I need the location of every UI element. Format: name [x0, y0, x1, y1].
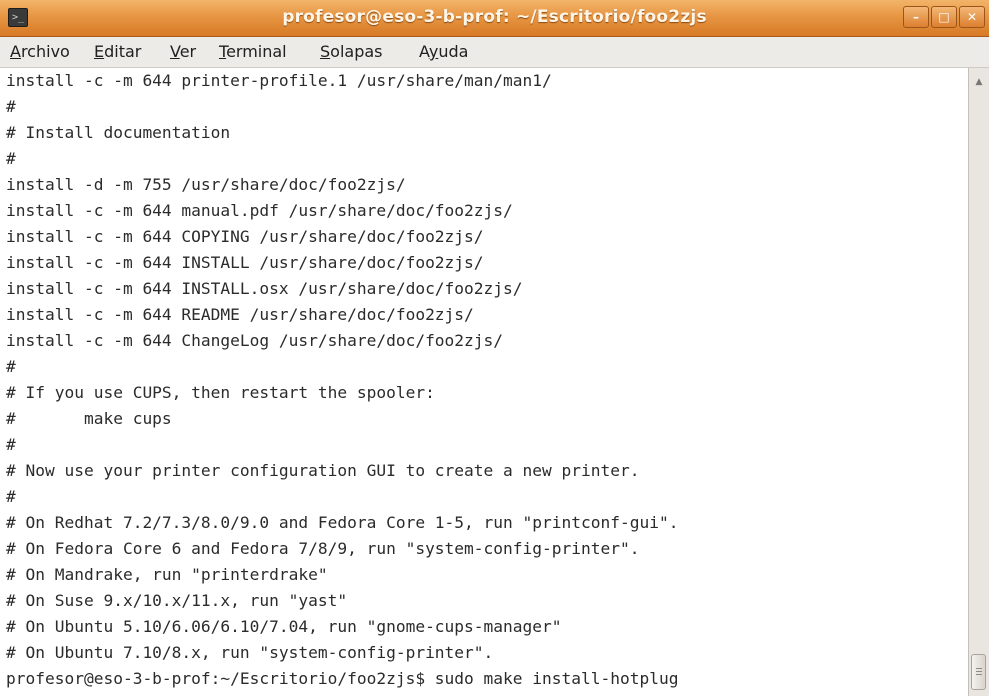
terminal-line: # — [6, 149, 16, 168]
menu-ver[interactable]: Ver — [170, 37, 196, 67]
menu-ayuda-mnemonic: y — [428, 42, 439, 61]
menu-ver-mnemonic: V — [170, 42, 180, 61]
terminal-line: # make cups — [6, 409, 172, 428]
terminal-line: install -c -m 644 README /usr/share/doc/… — [6, 305, 474, 324]
title-bar[interactable]: >_ profesor@eso-3-b-prof: ~/Escritorio/f… — [0, 0, 989, 37]
terminal-line: install -c -m 644 printer-profile.1 /usr… — [6, 71, 552, 90]
terminal-line: install -c -m 644 INSTALL.osx /usr/share… — [6, 279, 523, 298]
window-controls: – □ ✕ — [903, 6, 985, 28]
terminal-line: # On Redhat 7.2/7.3/8.0/9.0 and Fedora C… — [6, 513, 679, 532]
minimize-icon: – — [913, 10, 919, 24]
terminal-line: # — [6, 435, 16, 454]
terminal-line: # On Mandrake, run "printerdrake" — [6, 565, 328, 584]
terminal-line: # — [6, 357, 16, 376]
terminal-line: install -c -m 644 INSTALL /usr/share/doc… — [6, 253, 484, 272]
menu-editar[interactable]: Editar — [94, 37, 141, 67]
menu-terminal-label: erminal — [226, 42, 287, 61]
menu-ayuda[interactable]: Ayuda — [419, 37, 468, 67]
terminal-window: >_ profesor@eso-3-b-prof: ~/Escritorio/f… — [0, 0, 989, 696]
terminal-line: # — [6, 97, 16, 116]
menu-ayuda-label: uda — [438, 42, 469, 61]
close-button[interactable]: ✕ — [959, 6, 985, 28]
menu-terminal[interactable]: Terminal — [219, 37, 287, 67]
menu-bar: Archivo Editar Ver Terminal Solapas Ayud… — [0, 37, 989, 68]
menu-terminal-mnemonic: T — [219, 42, 227, 61]
terminal-line: # On Suse 9.x/10.x/11.x, run "yast" — [6, 591, 348, 610]
menu-ayuda-label-start: A — [419, 42, 429, 61]
scroll-up-arrow-icon[interactable]: ▲ — [970, 76, 988, 88]
menu-solapas[interactable]: Solapas — [320, 37, 383, 67]
grip-line — [976, 671, 982, 672]
maximize-icon: □ — [938, 10, 950, 24]
menu-solapas-label: olapas — [330, 42, 383, 61]
maximize-button[interactable]: □ — [931, 6, 957, 28]
menu-editar-label: ditar — [104, 42, 142, 61]
minimize-button[interactable]: – — [903, 6, 929, 28]
window-title: profesor@eso-3-b-prof: ~/Escritorio/foo2… — [282, 7, 707, 27]
terminal-line: # On Ubuntu 5.10/6.06/6.10/7.04, run "gn… — [6, 617, 562, 636]
menu-archivo[interactable]: Archivo — [10, 37, 70, 67]
terminal-line: # — [6, 487, 16, 506]
terminal-line: install -c -m 644 COPYING /usr/share/doc… — [6, 227, 484, 246]
menu-ver-label: er — [179, 42, 197, 61]
terminal-line: # Now use your printer configuration GUI… — [6, 461, 640, 480]
terminal-line: # On Fedora Core 6 and Fedora 7/8/9, run… — [6, 539, 640, 558]
terminal-line: # On Ubuntu 7.10/8.x, run "system-config… — [6, 643, 494, 662]
terminal-line: install -d -m 755 /usr/share/doc/foo2zjs… — [6, 175, 406, 194]
terminal-prompt-line: profesor@eso-3-b-prof:~/Escritorio/foo2z… — [6, 669, 679, 688]
terminal-line: # Install documentation — [6, 123, 231, 142]
scrollbar-thumb[interactable] — [971, 654, 986, 690]
grip-line — [976, 674, 982, 675]
vertical-scrollbar[interactable]: ▲ — [968, 68, 989, 696]
menu-archivo-label: rchivo — [20, 42, 70, 61]
terminal-line: install -c -m 644 manual.pdf /usr/share/… — [6, 201, 513, 220]
menu-editar-mnemonic: E — [94, 42, 105, 61]
terminal-line: # If you use CUPS, then restart the spoo… — [6, 383, 435, 402]
menu-solapas-mnemonic: S — [320, 42, 331, 61]
menu-archivo-mnemonic: A — [10, 42, 21, 61]
terminal-output[interactable]: install -c -m 644 printer-profile.1 /usr… — [0, 68, 968, 696]
close-icon: ✕ — [966, 10, 978, 24]
terminal-line: install -c -m 644 ChangeLog /usr/share/d… — [6, 331, 504, 350]
grip-line — [976, 668, 982, 669]
